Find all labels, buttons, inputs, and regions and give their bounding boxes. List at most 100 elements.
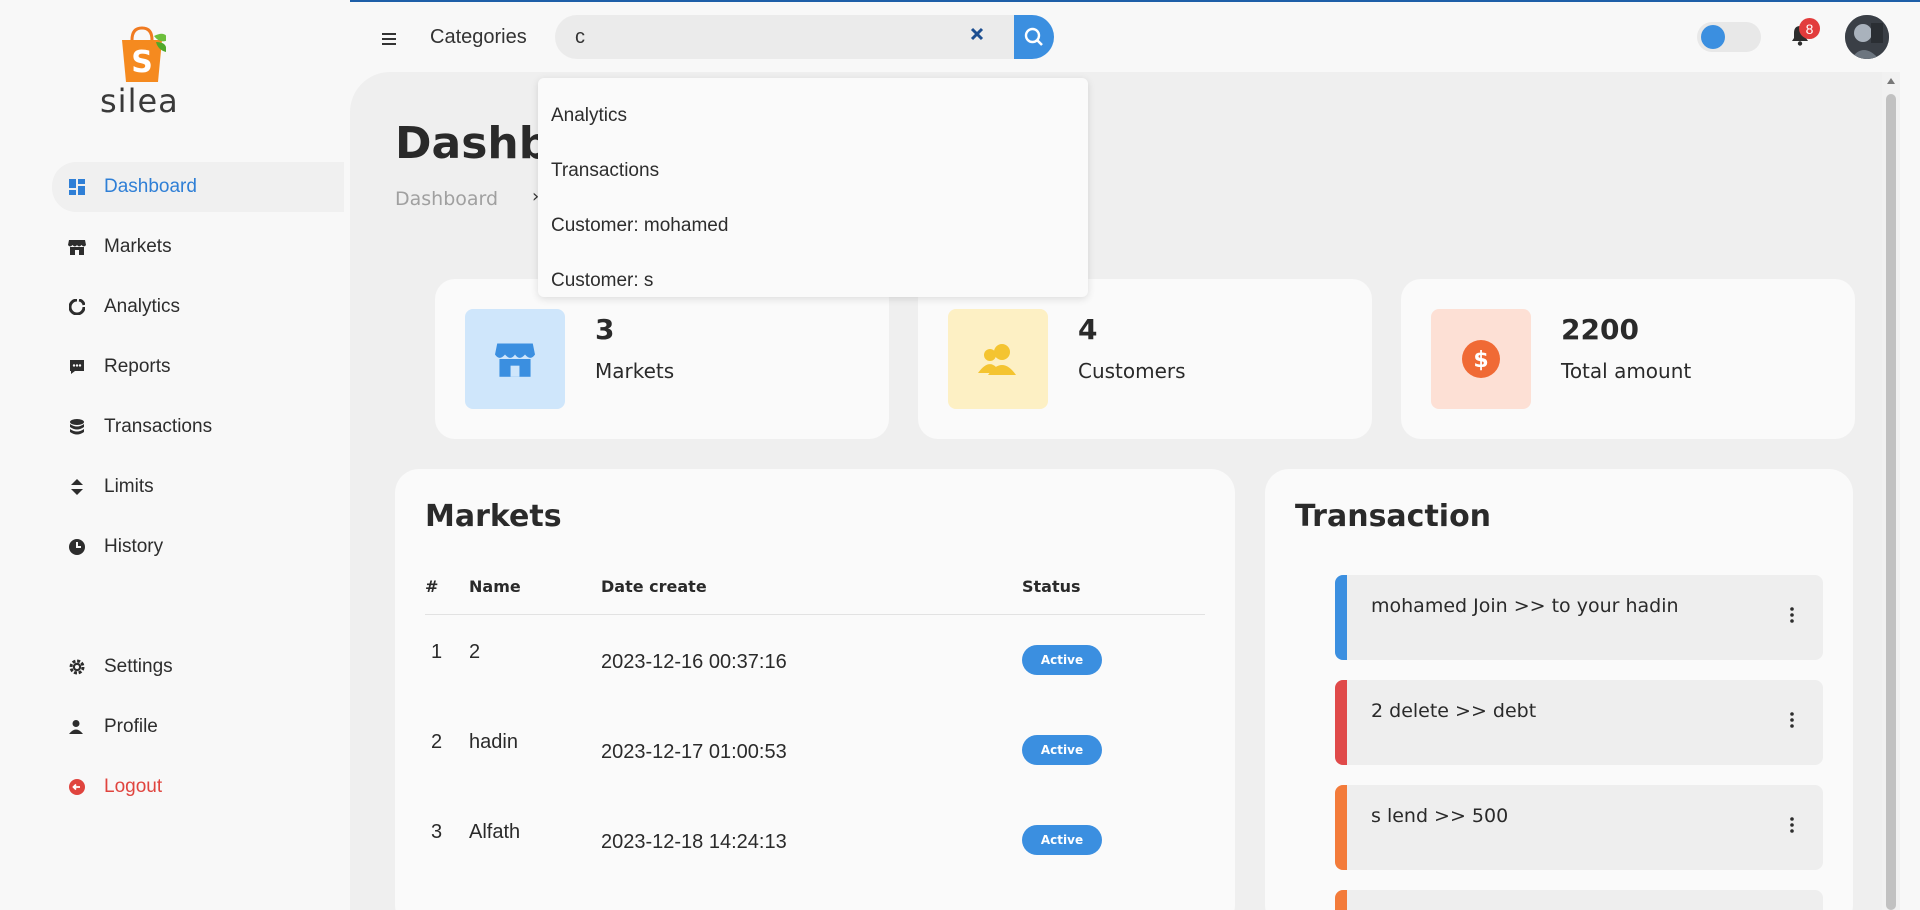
report-icon [68, 358, 86, 376]
sidebar-bottom-nav: Settings Profile Logout [52, 642, 344, 822]
stat-label: Markets [595, 359, 675, 383]
search-result-item[interactable]: Analytics [538, 88, 1088, 143]
col-header-index: # [425, 577, 439, 596]
stat-value: 4 [1078, 313, 1098, 346]
sort-icon [68, 478, 86, 496]
scroll-up-arrow-icon[interactable] [1887, 78, 1895, 84]
categories-link[interactable]: Categories [430, 26, 527, 49]
sidebar-item-dashboard[interactable]: Dashboard [52, 162, 344, 212]
sidebar-item-label: Analytics [104, 296, 181, 317]
sidebar-item-transactions[interactable]: Transactions [52, 402, 344, 452]
sidebar-item-label: History [104, 536, 164, 557]
transaction-color-bar [1335, 575, 1347, 660]
cell-index: 2 [431, 731, 443, 753]
sidebar-item-label: Reports [104, 356, 171, 377]
transaction-item[interactable] [1335, 890, 1823, 910]
toggle-knob [1701, 25, 1725, 49]
cell-date: 2023-12-17 01:00:53 [601, 741, 787, 763]
sidebar-item-analytics[interactable]: Analytics [52, 282, 344, 332]
sidebar-item-profile[interactable]: Profile [52, 702, 344, 752]
close-icon [970, 27, 984, 41]
more-vertical-icon[interactable] [1789, 817, 1795, 833]
search-button[interactable] [1014, 15, 1054, 59]
transaction-item[interactable]: 2 delete >> debt [1335, 680, 1823, 765]
scrollbar-thumb[interactable] [1886, 94, 1896, 910]
sidebar-item-label: Limits [104, 476, 154, 497]
search-result-item[interactable]: Transactions [538, 143, 1088, 198]
col-header-date: Date create [601, 577, 707, 596]
hamburger-icon [382, 33, 396, 45]
table-header-divider [425, 614, 1205, 615]
cell-date: 2023-12-18 14:24:13 [601, 831, 787, 853]
clock-icon [68, 538, 86, 556]
more-vertical-icon[interactable] [1789, 607, 1795, 623]
search-result-item[interactable]: Customer: mohamed [538, 198, 1088, 253]
avatar-photo [1845, 15, 1889, 59]
notification-count-badge: 8 [1799, 18, 1820, 39]
sidebar-item-reports[interactable]: Reports [52, 342, 344, 392]
user-icon [68, 718, 86, 736]
brand-logo[interactable]: S silea [98, 20, 190, 120]
theme-toggle[interactable] [1697, 22, 1761, 52]
status-badge: Active [1022, 735, 1102, 765]
status-badge: Active [1022, 825, 1102, 855]
dashboard-icon [68, 178, 86, 196]
search-icon [1024, 27, 1043, 46]
more-vertical-icon[interactable] [1789, 712, 1795, 728]
dollar-circle-icon: $ [1462, 340, 1500, 378]
col-header-status: Status [1022, 577, 1081, 596]
shopping-bag-icon: S [122, 26, 166, 82]
search-result-item[interactable]: Customer: s [538, 253, 1088, 308]
logout-icon [68, 778, 86, 796]
markets-card: Markets # Name Date create Status 1 2 20… [395, 469, 1235, 910]
database-icon [68, 418, 86, 436]
pie-chart-icon [68, 298, 86, 316]
stat-value: 3 [595, 313, 615, 346]
sidebar: S silea Dashboard Markets Analytics Repo… [0, 0, 350, 910]
stat-card-total-amount: $ 2200 Total amount [1401, 279, 1855, 439]
sidebar-item-label: Profile [104, 716, 158, 737]
breadcrumb[interactable]: Dashboard [395, 188, 498, 210]
cell-index: 1 [431, 641, 443, 663]
search-input[interactable] [555, 15, 1015, 59]
store-icon [495, 343, 535, 377]
sidebar-nav: Dashboard Markets Analytics Reports Tran… [52, 162, 344, 582]
transaction-item[interactable]: s lend >> 500 [1335, 785, 1823, 870]
stat-value: 2200 [1561, 313, 1639, 346]
menu-toggle-button[interactable] [382, 26, 396, 50]
sidebar-item-history[interactable]: History [52, 522, 344, 572]
cell-name: hadin [469, 731, 518, 753]
clear-search-button[interactable] [970, 22, 984, 47]
transaction-text: 2 delete >> debt [1371, 700, 1537, 722]
logo-bag-letter: S [131, 45, 153, 80]
transaction-text: mohamed Join >> to your hadin [1371, 595, 1679, 617]
transaction-item[interactable]: mohamed Join >> to your hadin [1335, 575, 1823, 660]
user-avatar[interactable] [1845, 15, 1889, 59]
transaction-card-title: Transaction [1295, 499, 1492, 534]
transaction-color-bar [1335, 680, 1347, 765]
sidebar-item-label: Settings [104, 656, 173, 677]
markets-card-title: Markets [425, 499, 562, 534]
transaction-color-bar [1335, 785, 1347, 870]
vertical-scrollbar[interactable] [1882, 72, 1900, 910]
sidebar-item-markets[interactable]: Markets [52, 222, 344, 272]
sidebar-item-label: Transactions [104, 416, 213, 437]
sidebar-item-logout[interactable]: Logout [52, 762, 344, 812]
sidebar-item-settings[interactable]: Settings [52, 642, 344, 692]
stat-icon-box [948, 309, 1048, 409]
sidebar-item-label: Logout [104, 776, 163, 797]
stat-icon-box [465, 309, 565, 409]
users-icon [978, 344, 1016, 375]
sidebar-item-label: Dashboard [104, 176, 197, 197]
cell-name: 2 [469, 641, 481, 663]
stat-label: Customers [1078, 359, 1186, 383]
transaction-card: Transaction mohamed Join >> to your hadi… [1265, 469, 1853, 910]
cell-date: 2023-12-16 00:37:16 [601, 651, 787, 673]
cell-name: Alfath [469, 821, 521, 843]
stat-label: Total amount [1561, 359, 1692, 383]
col-header-name: Name [469, 577, 521, 596]
status-badge: Active [1022, 645, 1102, 675]
page-title: Dashb [395, 118, 551, 169]
store-icon [68, 238, 86, 256]
sidebar-item-limits[interactable]: Limits [52, 462, 344, 512]
